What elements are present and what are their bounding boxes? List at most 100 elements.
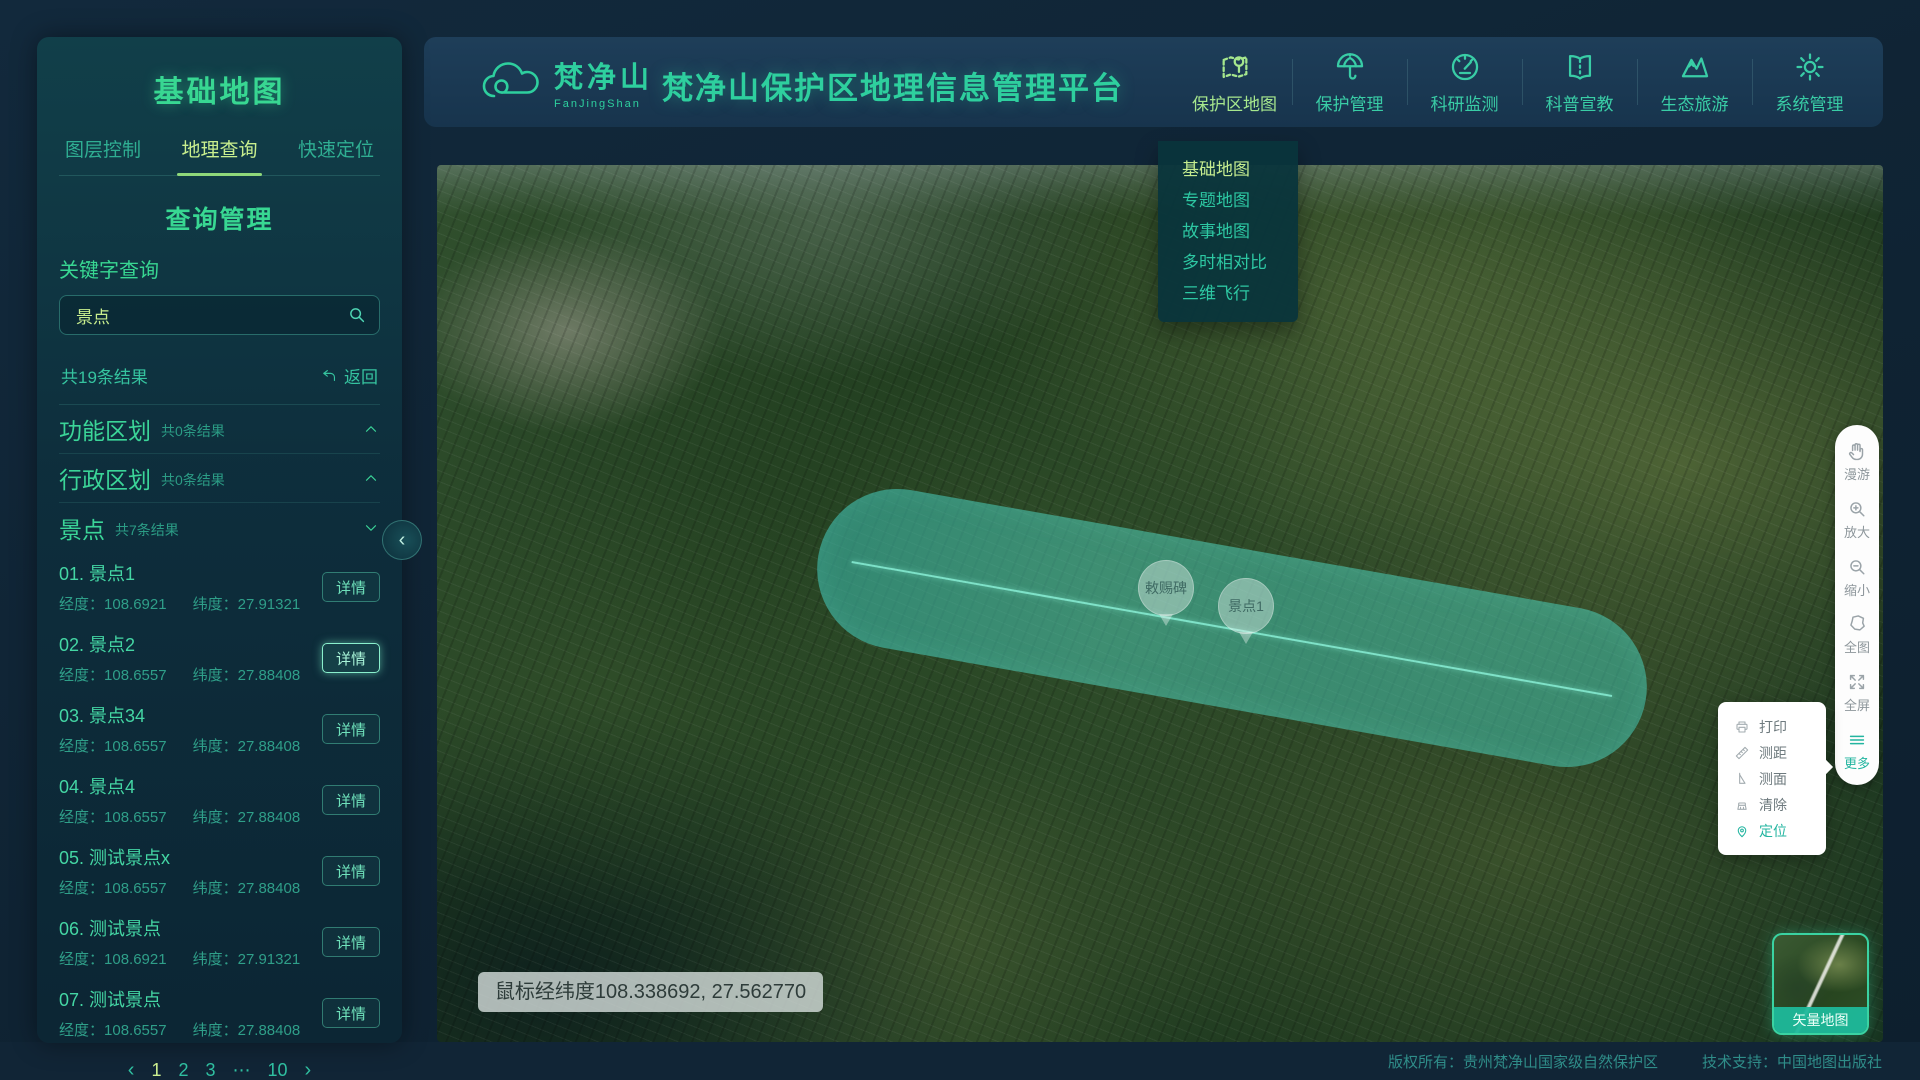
locate-button[interactable]: 定位 (1734, 818, 1814, 844)
group-scenic-spots[interactable]: 景点 共7条结果 (59, 503, 380, 552)
measure-distance-button[interactable]: 测距 (1734, 740, 1814, 766)
cloud-logo-icon (480, 56, 544, 108)
page-next-icon[interactable]: › (305, 1059, 312, 1080)
marker-jingdian1[interactable]: 景点1 (1218, 578, 1274, 634)
nav-reserve-map[interactable]: 保护区地图 (1177, 50, 1292, 115)
results-summary-row: 共19条结果 返回 (59, 363, 380, 405)
keyword-label: 关键字查询 (59, 254, 380, 283)
clear-broom-icon (1734, 797, 1750, 813)
minimap[interactable]: 矢量地图 (1772, 933, 1869, 1035)
sidebar-panel: 基础地图 图层控制 地理查询 快速定位 查询管理 关键字查询 共19条结果 返回 (37, 37, 402, 1043)
measure-distance-icon (1734, 745, 1750, 761)
mouse-coords-readout: 鼠标经纬度108.338692, 27.562770 (478, 972, 823, 1012)
mountain-icon (1678, 50, 1712, 84)
page-2[interactable]: 2 (178, 1060, 188, 1080)
map-toolbar: 漫游 放大 缩小 全图 (1835, 425, 1879, 785)
zoom-in-icon (1846, 498, 1868, 520)
main-nav: 保护区地图 保护管理 科研监测 (1177, 37, 1867, 127)
return-arrow-icon (321, 367, 338, 384)
chevron-up-icon (362, 469, 380, 487)
measure-area-button[interactable]: 测面 (1734, 766, 1814, 792)
page-3[interactable]: 3 (205, 1060, 215, 1080)
marker-chicibei[interactable]: 敕赐碑 (1138, 560, 1194, 616)
detail-button[interactable]: 详情 (322, 856, 380, 886)
list-item: 06. 测试景点 经度：108.6921纬度：27.91321 详情 (59, 907, 380, 978)
list-item-selected: 02. 景点2 经度：108.6557纬度：27.88408 详情 (59, 623, 380, 694)
more-icon (1846, 729, 1868, 751)
search-icon[interactable] (346, 304, 368, 326)
fullscreen-button[interactable]: 全屏 (1844, 671, 1870, 714)
list-item: 05. 测试景点x 经度：108.6557纬度：27.88408 详情 (59, 836, 380, 907)
list-item: 04. 景点4 经度：108.6557纬度：27.88408 详情 (59, 765, 380, 836)
tab-quick-locate[interactable]: 快速定位 (298, 135, 374, 162)
more-tools-popup: 打印 测距 测面 清除 (1718, 702, 1826, 855)
list-item: 03. 景点34 经度：108.6557纬度：27.88408 详情 (59, 694, 380, 765)
detail-button[interactable]: 详情 (322, 714, 380, 744)
app-root: 基础地图 图层控制 地理查询 快速定位 查询管理 关键字查询 共19条结果 返回 (0, 0, 1920, 1080)
nav-system-management[interactable]: 系统管理 (1752, 50, 1867, 115)
sidebar-title: 基础地图 (59, 37, 380, 111)
page-1[interactable]: 1 (151, 1060, 161, 1080)
pan-hand-icon (1846, 440, 1868, 462)
gear-icon (1793, 50, 1827, 84)
print-button[interactable]: 打印 (1734, 714, 1814, 740)
page-10[interactable]: 10 (268, 1060, 288, 1080)
pan-tool-button[interactable]: 漫游 (1844, 440, 1870, 483)
search-input[interactable] (59, 295, 380, 335)
map-icon (1218, 50, 1252, 84)
vector-map-toggle[interactable]: 矢量地图 (1774, 1007, 1867, 1033)
tab-geo-query[interactable]: 地理查询 (181, 135, 257, 162)
group-function-zoning[interactable]: 功能区划 共0条结果 (59, 405, 380, 454)
nav-protection-management[interactable]: 保护管理 (1292, 50, 1407, 115)
top-header: 梵净山 FanJingShan 梵净山保护区地理信息管理平台 保护区地图 保护管… (424, 37, 1883, 127)
gauge-icon (1448, 50, 1482, 84)
full-extent-button[interactable]: 全图 (1844, 613, 1870, 656)
page-title: 梵净山保护区地理信息管理平台 (662, 63, 1124, 108)
query-manage-title: 查询管理 (59, 200, 380, 236)
detail-button[interactable]: 详情 (322, 927, 380, 957)
fullscreen-icon (1846, 671, 1868, 693)
measure-area-icon (1734, 771, 1750, 787)
detail-button[interactable]: 详情 (322, 572, 380, 602)
menu-item-temporal-compare[interactable]: 多时相对比 (1158, 247, 1298, 278)
brand-text: 梵净山 FanJingShan (554, 54, 653, 110)
book-icon (1563, 50, 1597, 84)
map-type-dropdown: 基础地图 专题地图 故事地图 多时相对比 三维飞行 (1158, 141, 1298, 322)
detail-button[interactable]: 详情 (322, 998, 380, 1028)
zoom-in-button[interactable]: 放大 (1844, 498, 1870, 541)
copyright-text: 版权所有：贵州梵净山国家级自然保护区 (1388, 1051, 1658, 1072)
detail-button[interactable]: 详情 (322, 785, 380, 815)
group-admin-zoning[interactable]: 行政区划 共0条结果 (59, 454, 380, 503)
zoom-out-icon (1846, 556, 1868, 578)
printer-icon (1734, 719, 1750, 735)
nav-eco-tourism[interactable]: 生态旅游 (1637, 50, 1752, 115)
tech-support-text: 技术支持：中国地图出版社 (1702, 1051, 1882, 1072)
menu-item-thematic-map[interactable]: 专题地图 (1158, 185, 1298, 216)
chevron-down-icon (362, 519, 380, 537)
clear-button[interactable]: 清除 (1734, 792, 1814, 818)
list-item: 01. 景点1 经度：108.6921纬度：27.91321 详情 (59, 552, 380, 623)
menu-item-story-map[interactable]: 故事地图 (1158, 216, 1298, 247)
page-ellipsis: ⋯ (233, 1060, 251, 1080)
brand-logo: 梵净山 FanJingShan (480, 54, 653, 110)
zoom-out-button[interactable]: 缩小 (1844, 556, 1870, 599)
back-button[interactable]: 返回 (321, 363, 378, 388)
keyword-search (59, 295, 380, 335)
chevron-up-icon (362, 420, 380, 438)
umbrella-icon (1333, 50, 1367, 84)
page-prev-icon[interactable]: ‹ (128, 1059, 135, 1080)
nav-research-monitoring[interactable]: 科研监测 (1407, 50, 1522, 115)
tab-layer-control[interactable]: 图层控制 (65, 135, 141, 162)
detail-button[interactable]: 详情 (322, 643, 380, 673)
menu-item-basic-map[interactable]: 基础地图 (1158, 154, 1298, 185)
sidebar-tabs: 图层控制 地理查询 快速定位 (59, 135, 380, 176)
menu-item-3d-flight[interactable]: 三维飞行 (1158, 278, 1298, 309)
pagination: ‹ 1 2 3 ⋯ 10 › (59, 1059, 380, 1080)
more-tools-button[interactable]: 更多 (1844, 729, 1870, 772)
nav-science-education[interactable]: 科普宣教 (1522, 50, 1637, 115)
sidebar-collapse-button[interactable]: ‹ (382, 520, 422, 560)
brand-name: 梵净山 (554, 54, 653, 96)
list-item: 07. 测试景点 经度：108.6557纬度：27.88408 详情 (59, 978, 380, 1049)
results-total: 共19条结果 (61, 363, 148, 388)
full-extent-icon (1846, 613, 1868, 635)
